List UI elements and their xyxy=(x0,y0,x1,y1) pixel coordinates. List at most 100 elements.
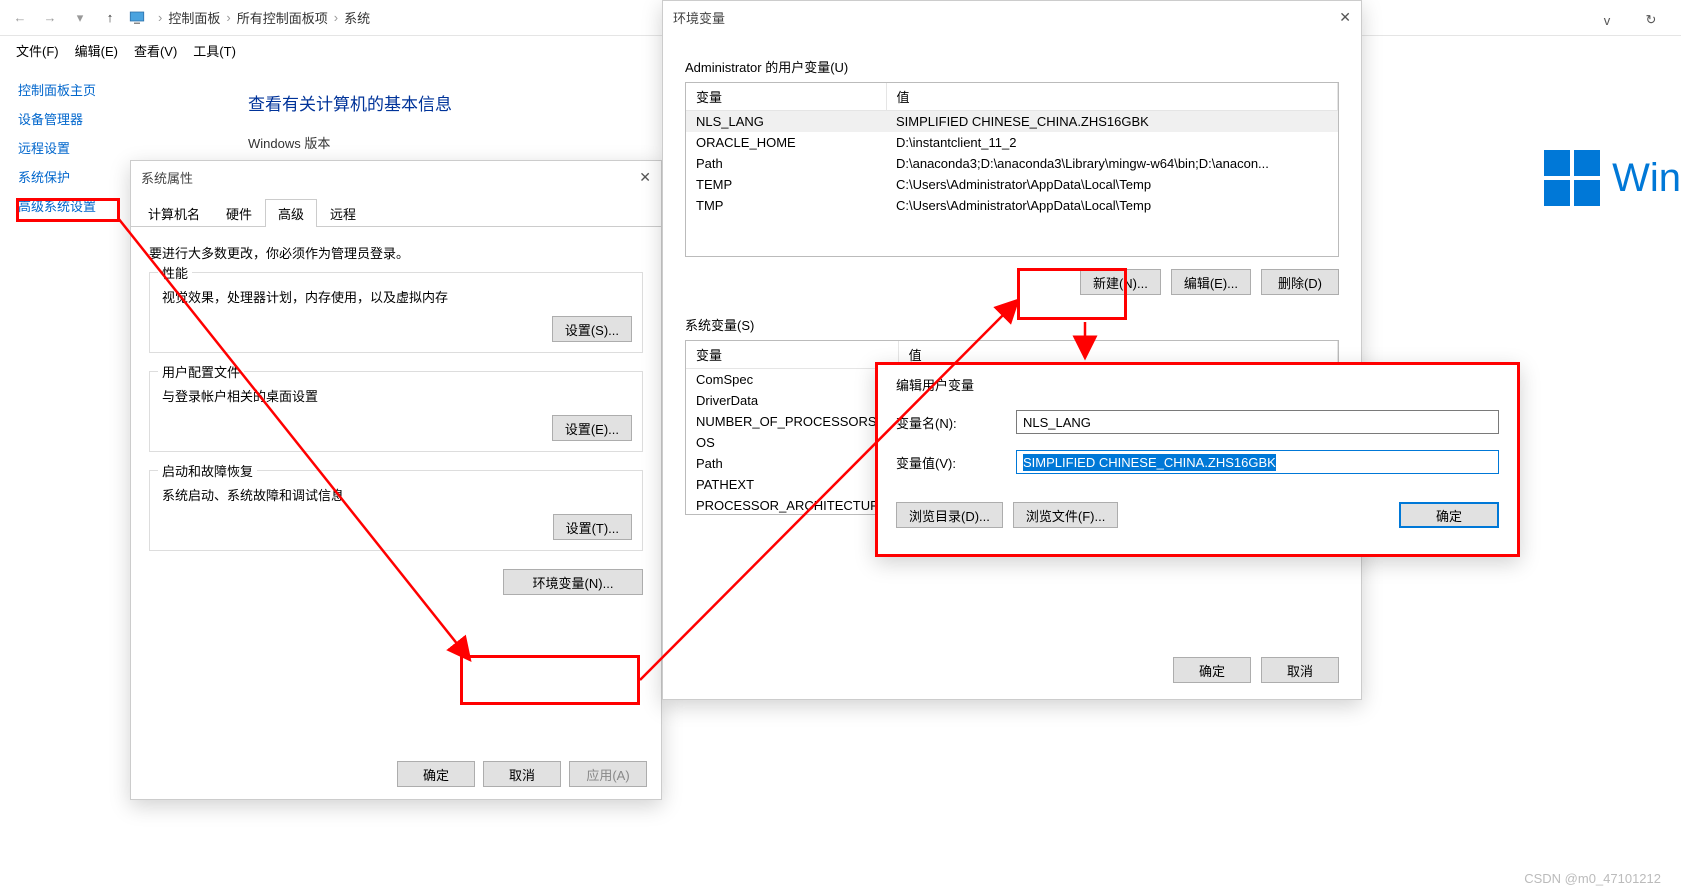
group-user-profiles-desc: 与登录帐户相关的桌面设置 xyxy=(162,386,630,405)
table-row[interactable]: ORACLE_HOMED:\instantclient_11_2 xyxy=(686,132,1338,153)
user-profiles-settings-button[interactable]: 设置(E)... xyxy=(552,415,632,441)
envdlg-title: 环境变量 xyxy=(673,8,725,27)
envdlg-titlebar[interactable]: 环境变量 ✕ xyxy=(663,1,1361,33)
control-panel-sidebar: 控制面板主页 设备管理器 远程设置 系统保护 高级系统设置 xyxy=(18,80,128,225)
windows-logo: Win xyxy=(1544,150,1681,206)
var-value: C:\Users\Administrator\AppData\Local\Tem… xyxy=(886,195,1338,216)
windows-edition-label: Windows 版本 xyxy=(248,133,452,152)
user-vars-label: Administrator 的用户变量(U) xyxy=(685,57,1339,76)
performance-settings-button[interactable]: 设置(S)... xyxy=(552,316,632,342)
menu-tools[interactable]: 工具(T) xyxy=(187,39,242,62)
nav-forward-icon[interactable]: → xyxy=(38,6,62,30)
group-startup-desc: 系统启动、系统故障和调试信息 xyxy=(162,485,630,504)
var-value: D:\anaconda3;D:\anaconda3\Library\mingw-… xyxy=(886,153,1338,174)
crumb-0[interactable]: 控制面板 xyxy=(168,8,220,27)
var-name: ORACLE_HOME xyxy=(686,132,886,153)
table-row[interactable]: PathD:\anaconda3;D:\anaconda3\Library\mi… xyxy=(686,153,1338,174)
startup-settings-button[interactable]: 设置(T)... xyxy=(553,514,632,540)
menu-file[interactable]: 文件(F) xyxy=(10,39,65,62)
sysprops-cancel-button[interactable]: 取消 xyxy=(483,761,561,787)
var-name: Path xyxy=(686,153,886,174)
tab-advanced[interactable]: 高级 xyxy=(265,199,317,227)
var-name: TMP xyxy=(686,195,886,216)
crumb-2[interactable]: 系统 xyxy=(344,8,370,27)
group-user-profiles: 用户配置文件 与登录帐户相关的桌面设置 设置(E)... xyxy=(149,371,643,452)
system-info-panel: 查看有关计算机的基本信息 Windows 版本 xyxy=(248,90,452,152)
system-properties-dialog: 系统属性 ✕ 计算机名 硬件 高级 远程 要进行大多数更改，你必须作为管理员登录… xyxy=(130,160,662,800)
sysprops-title: 系统属性 xyxy=(141,168,193,187)
editdlg-ok-button[interactable]: 确定 xyxy=(1399,502,1499,528)
browse-dir-button[interactable]: 浏览目录(D)... xyxy=(896,502,1003,528)
sidebar-item-remote-settings[interactable]: 远程设置 xyxy=(18,138,128,157)
var-value: SIMPLIFIED CHINESE_CHINA.ZHS16GBK xyxy=(886,111,1338,133)
nav-back-icon[interactable]: ← xyxy=(8,6,32,30)
table-row[interactable]: NLS_LANGSIMPLIFIED CHINESE_CHINA.ZHS16GB… xyxy=(686,111,1338,133)
search-dropdown-icon[interactable]: v xyxy=(1587,8,1627,32)
table-row[interactable]: TMPC:\Users\Administrator\AppData\Local\… xyxy=(686,195,1338,216)
group-performance-title: 性能 xyxy=(158,263,192,282)
tab-computer-name[interactable]: 计算机名 xyxy=(135,199,213,227)
sidebar-item-advanced-settings[interactable]: 高级系统设置 xyxy=(18,196,128,215)
sysprops-ok-button[interactable]: 确定 xyxy=(397,761,475,787)
chevron-right-icon: › xyxy=(158,10,162,25)
var-name: PROCESSOR_ARCHITECTURE xyxy=(686,495,898,515)
sys-vars-label: 系统变量(S) xyxy=(685,315,1339,334)
sidebar-item-device-manager[interactable]: 设备管理器 xyxy=(18,109,128,128)
group-user-profiles-title: 用户配置文件 xyxy=(158,362,244,381)
chevron-right-icon: › xyxy=(334,10,338,25)
group-startup-title: 启动和故障恢复 xyxy=(158,461,257,480)
menu-view[interactable]: 查看(V) xyxy=(128,39,183,62)
menu-edit[interactable]: 编辑(E) xyxy=(69,39,124,62)
page-title: 查看有关计算机的基本信息 xyxy=(248,90,452,115)
col-value[interactable]: 值 xyxy=(886,83,1338,111)
var-value: D:\instantclient_11_2 xyxy=(886,132,1338,153)
sysprops-tabs: 计算机名 硬件 高级 远程 xyxy=(131,199,661,227)
var-value-label: 变量值(V): xyxy=(896,453,1006,472)
watermark: CSDN @m0_47101212 xyxy=(1524,871,1661,886)
user-delete-button[interactable]: 删除(D) xyxy=(1261,269,1339,295)
sysprops-titlebar[interactable]: 系统属性 ✕ xyxy=(131,161,661,193)
crumb-1[interactable]: 所有控制面板项 xyxy=(237,8,328,27)
user-vars-list[interactable]: 变量 值 NLS_LANGSIMPLIFIED CHINESE_CHINA.ZH… xyxy=(685,82,1339,257)
refresh-icon[interactable]: ↻ xyxy=(1631,8,1671,32)
edit-user-variable-dialog: 编辑用户变量 变量名(N): NLS_LANG 变量值(V): SIMPLIFI… xyxy=(875,362,1520,557)
var-value-input[interactable]: SIMPLIFIED CHINESE_CHINA.ZHS16GBK xyxy=(1016,450,1499,474)
browse-file-button[interactable]: 浏览文件(F)... xyxy=(1013,502,1118,528)
user-edit-button[interactable]: 编辑(E)... xyxy=(1171,269,1251,295)
var-value: C:\Users\Administrator\AppData\Local\Tem… xyxy=(886,174,1338,195)
var-name: NLS_LANG xyxy=(686,111,886,133)
group-performance: 性能 视觉效果，处理器计划，内存使用，以及虚拟内存 设置(S)... xyxy=(149,272,643,353)
envdlg-ok-button[interactable]: 确定 xyxy=(1173,657,1251,683)
var-name: ComSpec xyxy=(686,369,898,391)
close-icon[interactable]: ✕ xyxy=(1339,9,1351,26)
nav-up-icon[interactable]: ↑ xyxy=(98,6,122,30)
pc-icon xyxy=(128,9,146,27)
group-startup-recovery: 启动和故障恢复 系统启动、系统故障和调试信息 设置(T)... xyxy=(149,470,643,551)
chevron-right-icon: › xyxy=(226,10,230,25)
col-variable[interactable]: 变量 xyxy=(686,341,898,369)
close-icon[interactable]: ✕ xyxy=(639,169,651,186)
sidebar-item-system-protection[interactable]: 系统保护 xyxy=(18,167,128,186)
group-performance-desc: 视觉效果，处理器计划，内存使用，以及虚拟内存 xyxy=(162,287,630,306)
tab-remote[interactable]: 远程 xyxy=(317,199,369,227)
table-row[interactable]: TEMPC:\Users\Administrator\AppData\Local… xyxy=(686,174,1338,195)
var-name: NUMBER_OF_PROCESSORS xyxy=(686,411,898,432)
breadcrumb[interactable]: › 控制面板 › 所有控制面板项 › 系统 xyxy=(158,8,370,27)
var-name: TEMP xyxy=(686,174,886,195)
windows-text: Win xyxy=(1612,156,1681,201)
var-name-input[interactable]: NLS_LANG xyxy=(1016,410,1499,434)
sysprops-apply-button[interactable]: 应用(A) xyxy=(569,761,647,787)
var-name: Path xyxy=(686,453,898,474)
var-name: DriverData xyxy=(686,390,898,411)
tab-hardware[interactable]: 硬件 xyxy=(213,199,265,227)
admin-hint: 要进行大多数更改，你必须作为管理员登录。 xyxy=(149,243,643,262)
environment-variables-dialog: 环境变量 ✕ Administrator 的用户变量(U) 变量 值 NLS_L… xyxy=(662,0,1362,700)
environment-variables-button[interactable]: 环境变量(N)... xyxy=(503,569,643,595)
sidebar-title[interactable]: 控制面板主页 xyxy=(18,80,128,99)
user-new-button[interactable]: 新建(N)... xyxy=(1080,269,1161,295)
nav-recent-icon[interactable]: ▾ xyxy=(68,6,92,30)
var-name-label: 变量名(N): xyxy=(896,413,1006,432)
envdlg-cancel-button[interactable]: 取消 xyxy=(1261,657,1339,683)
var-name: PATHEXT xyxy=(686,474,898,495)
col-variable[interactable]: 变量 xyxy=(686,83,886,111)
